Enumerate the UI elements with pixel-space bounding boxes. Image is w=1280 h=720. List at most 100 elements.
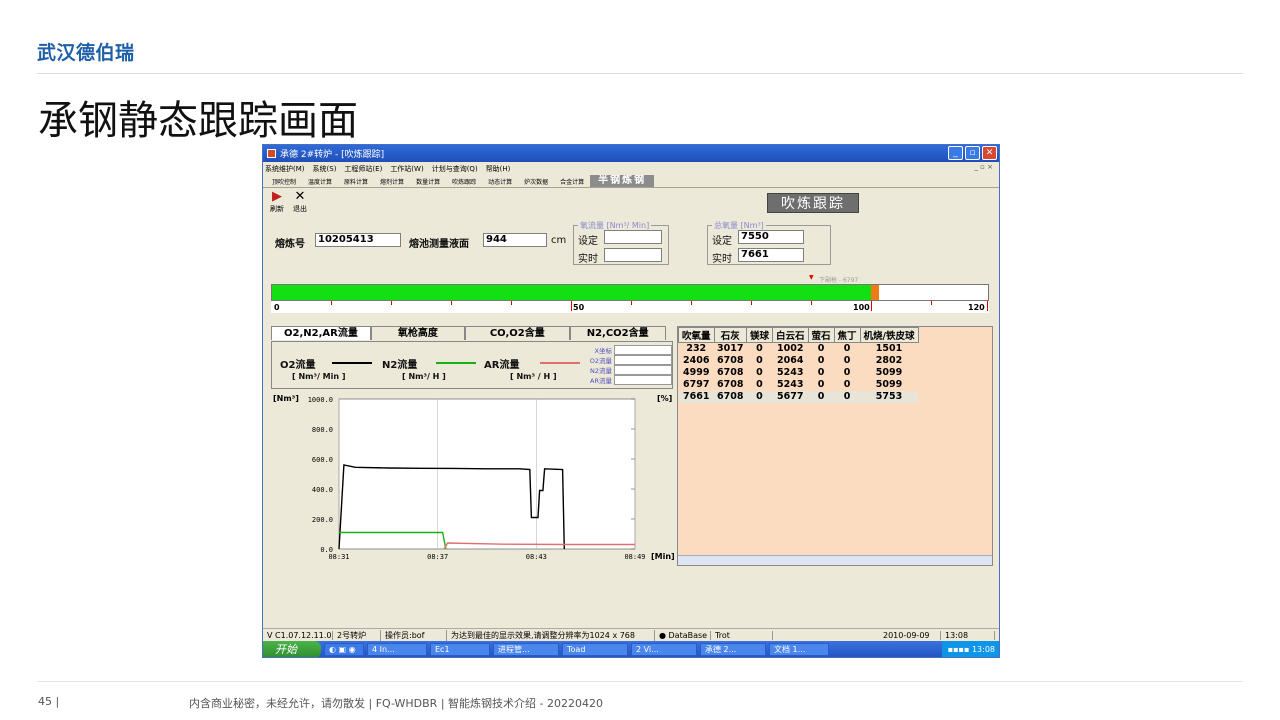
table-cell: 0 [746, 391, 773, 403]
menu-item[interactable]: 工作站(W) [390, 164, 423, 174]
lance-marker-icon: ▼ [809, 274, 814, 281]
legend-o2-swatch [332, 362, 372, 364]
menu-item[interactable]: 系统维护(M) [265, 164, 305, 174]
scale-label: 100 [853, 303, 870, 312]
x-tick-label: 08:49 [624, 553, 645, 561]
total-real-field[interactable]: 7661 [738, 248, 804, 262]
exit-button[interactable]: ✕ 退出 [290, 190, 310, 214]
table-row[interactable]: 7661 6708 0 5677 0 0 5753 [678, 391, 919, 403]
footer-divider [37, 681, 1243, 682]
table-cell: 5677 [772, 391, 808, 403]
readout-field [614, 345, 672, 355]
window-titlebar[interactable]: 承德 2#转炉 - [吹炼跟踪] _ ▫ ✕ [263, 145, 999, 162]
table-cell: 2406 [683, 355, 710, 366]
scale-tick [331, 301, 332, 305]
scale-tick [931, 301, 932, 305]
tab-item[interactable]: 炉次数据 [518, 177, 554, 186]
legend-o2-unit: [ Nm³/ Min ] [292, 372, 346, 381]
table-row[interactable]: 232 3017 0 1002 0 0 1501 [679, 343, 919, 356]
total-real-label: 实时 [712, 254, 732, 265]
readout-field [614, 365, 672, 375]
legend-n2: N2流量 [382, 360, 418, 371]
minimize-button[interactable]: _ [948, 146, 963, 160]
header-divider [37, 73, 1243, 74]
tab-item[interactable]: 吹炼跟踪 [446, 177, 482, 186]
function-tabs: 顶吹控制 温度计算 原料计算 熔剂计算 数量计算 吹炼跟踪 动态计算 炉次数据 … [263, 175, 999, 188]
chart-tab[interactable]: CO,O2含量 [464, 326, 570, 340]
table-cell: 5753 [860, 391, 919, 403]
table-cell: 5243 [777, 367, 804, 378]
scale-tick [751, 301, 752, 305]
y2-unit: [%] [657, 394, 672, 403]
menu-item[interactable]: 系统(S) [313, 164, 337, 174]
taskbar-item[interactable]: Toad [562, 643, 628, 656]
total-set-field[interactable]: 7550 [738, 230, 804, 244]
bath-level-field[interactable]: 944 [483, 233, 547, 247]
start-button[interactable]: 开始 [263, 641, 321, 657]
table-cell: 6708 [717, 355, 744, 366]
taskbar-item[interactable]: 4 In... [367, 643, 427, 656]
horizontal-scrollbar[interactable] [678, 555, 992, 565]
legend-n2-swatch [436, 362, 476, 364]
table-cell: 5099 [875, 379, 903, 390]
heat-no-field[interactable]: 10205413 [315, 233, 401, 247]
tab-item[interactable]: 合金计算 [554, 177, 590, 186]
table-row[interactable]: 4999 6708 0 5243 0 0 5099 [679, 367, 919, 379]
tray-icons[interactable]: ▪▪▪▪ [948, 645, 972, 654]
plot-area [338, 398, 636, 550]
chart-tab[interactable]: 氧枪高度 [370, 326, 465, 340]
oxygen-set-label: 设定 [578, 236, 598, 247]
table-row[interactable]: 2406 6708 0 2064 0 0 2802 [679, 355, 919, 367]
maximize-button[interactable]: ▫ [965, 146, 980, 160]
status-field: 13:08 [941, 630, 995, 640]
readout-field [614, 355, 672, 365]
status-bar: V C1.07.12.11.01 2号转炉 操作员:bof 为达到最佳的显示效果,请调… [263, 628, 999, 641]
tab-item[interactable]: 原料计算 [338, 177, 374, 186]
oxygen-set-field[interactable] [604, 230, 662, 244]
menu-item[interactable]: 帮助(H) [486, 164, 511, 174]
table-row[interactable]: 6797 6708 0 5243 0 0 5099 [679, 379, 919, 391]
bath-level-unit: cm [551, 235, 567, 246]
tab-item[interactable]: 温度计算 [302, 177, 338, 186]
readout-label: O2流量 [589, 357, 612, 365]
window-title: 承德 2#转炉 - [吹炼跟踪] [280, 150, 385, 160]
table-header: 机烧/铁皮球 [859, 327, 919, 343]
scale-tick [631, 301, 632, 305]
close-button[interactable]: ✕ [982, 146, 997, 160]
tab-item[interactable]: 顶吹控制 [266, 177, 302, 186]
taskbar-item[interactable]: 文档 1... [769, 643, 829, 656]
table-cell: 0 [756, 343, 763, 354]
total-oxygen-group: 总氧量 [Nm³] 设定 7550 实时 7661 [707, 220, 831, 265]
chart-tab[interactable]: N2,CO2含量 [569, 326, 666, 340]
menu-item[interactable]: 工程师站(E) [344, 164, 382, 174]
scale-label: 50 [573, 303, 585, 312]
table-cell: 1501 [875, 343, 903, 354]
table-cell: 0 [808, 391, 835, 403]
taskbar-item[interactable]: 进程管... [493, 643, 559, 656]
table-cell: 0 [756, 379, 763, 390]
addition-table: 吹氧量 石灰 镁球 白云石 萤石 焦丁 机烧/铁皮球 232 3017 0 1002 0 0 1501 2… [677, 326, 993, 566]
tab-item[interactable]: 动态计算 [482, 177, 518, 186]
menu-item[interactable]: 计划与查询(Q) [432, 164, 478, 174]
table-cell: 0 [817, 379, 825, 390]
table-cell: 7661 [678, 391, 715, 403]
mdi-controls[interactable]: _ ▫ × [974, 163, 993, 171]
scale-tick [811, 301, 812, 305]
taskbar-item[interactable]: 2 Vi... [631, 643, 697, 656]
taskbar-item[interactable]: 承德 2... [700, 643, 766, 656]
scale-tick [871, 301, 872, 311]
chart-legend: O2流量 [ Nm³/ Min ] N2流量 [ Nm³/ H ] AR流量 [… [271, 341, 673, 389]
menu-bar: 系统维护(M) 系统(S) 工程师站(E) 工作站(W) 计划与查询(Q) 帮助… [263, 162, 999, 175]
chart-tabs: O2,N2,AR流量 氧枪高度 CO,O2含量 N2,CO2含量 [271, 326, 666, 340]
x-tick-label: 08:43 [526, 553, 547, 561]
quick-launch[interactable]: ◐ ▣ ◉ [324, 643, 364, 656]
oxygen-real-field[interactable] [604, 248, 662, 262]
data-table: 吹氧量 石灰 镁球 白云石 萤石 焦丁 机烧/铁皮球 232 3017 0 1002 0 0 1501 2… [678, 327, 919, 403]
refresh-button[interactable]: ▶ 刷新 [267, 190, 287, 214]
tab-item[interactable]: 数量计算 [410, 177, 446, 186]
readout-label: X坐标 [594, 347, 612, 355]
chart-tab[interactable]: O2,N2,AR流量 [271, 326, 371, 340]
taskbar-item[interactable]: Ec1 [430, 643, 490, 656]
tab-active[interactable]: 半钢炼钢 [590, 175, 655, 187]
tab-item[interactable]: 熔剂计算 [374, 177, 410, 186]
